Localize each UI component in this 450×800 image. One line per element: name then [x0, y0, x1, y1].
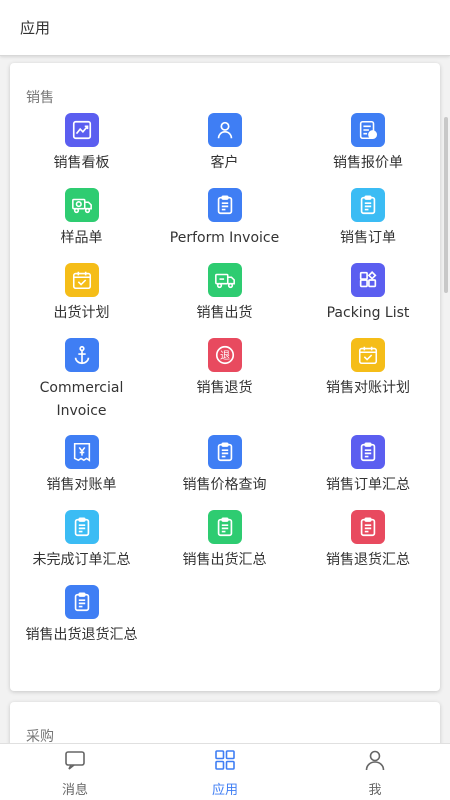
tab-label: 应用	[211, 783, 238, 798]
app-tile-label: 销售退货	[196, 380, 253, 396]
app-tile[interactable]: 销售对账计划	[296, 336, 440, 433]
calendar-check-icon	[351, 338, 385, 372]
app-tile-label: 销售出货	[196, 305, 253, 321]
clipboard-icon	[351, 188, 385, 222]
app-tile[interactable]: 销售订单	[296, 186, 440, 261]
apps-icon	[213, 748, 237, 776]
app-tile-label: 销售对账计划	[326, 380, 410, 396]
quote-doc-icon	[351, 113, 385, 147]
sales-app-grid: 销售看板 客户 销售报价单 样品单 Perform Invoice 销售订单 出货计划 销售出…	[10, 111, 440, 673]
app-tile[interactable]: 出货计划	[10, 261, 153, 336]
app-tile[interactable]: 销售订单汇总	[296, 433, 440, 508]
anchor-icon	[64, 338, 99, 372]
tab-label: 消息	[61, 783, 88, 798]
clipboard-icon	[207, 510, 242, 544]
app-tile-label: Perform Invoice	[169, 230, 280, 246]
tab-label: 我	[368, 783, 382, 798]
app-tile[interactable]: Perform Invoice	[153, 186, 296, 261]
clipboard-icon	[207, 435, 242, 469]
app-tile[interactable]: 销售退货汇总	[296, 508, 440, 583]
page-title: 应用	[20, 19, 51, 37]
app-tile-label: 销售报价单	[333, 155, 403, 171]
app-tile-label: 销售对账单	[46, 477, 117, 493]
clipboard-icon	[351, 510, 385, 544]
vertical-scrollbar[interactable]	[444, 117, 448, 293]
app-tile-label: 样品单	[60, 230, 103, 246]
app-tile-label: 客户	[210, 155, 239, 171]
svg-text:退: 退	[219, 350, 229, 362]
app-tile-label: Packing List	[326, 305, 410, 321]
sample-truck-icon	[64, 188, 99, 222]
app-tile-label: 销售看板	[53, 155, 110, 171]
clipboard-icon	[207, 188, 242, 222]
clipboard-icon	[64, 510, 99, 544]
chart-board-icon	[64, 113, 99, 147]
app-tile-label: 销售出货汇总	[182, 552, 267, 568]
app-tile-label: Commercial Invoice	[39, 380, 124, 419]
app-tile[interactable]: Commercial Invoice	[10, 336, 153, 433]
purchase-section-title: 采购	[26, 729, 54, 743]
app-tile-label: 出货计划	[53, 305, 110, 321]
app-tile[interactable]: 退销售退货	[153, 336, 296, 433]
return-badge-icon: 退	[207, 338, 242, 372]
apps-grid-icon	[351, 263, 385, 297]
app-tile-label: 未完成订单汇总	[32, 552, 131, 568]
user-icon	[363, 748, 387, 776]
app-tile[interactable]: 销售对账单	[10, 433, 153, 508]
app-tile[interactable]: 销售看板	[10, 111, 153, 186]
app-tile-label: 销售出货退货汇总	[25, 627, 138, 643]
app-tile[interactable]: 客户	[153, 111, 296, 186]
app-tile[interactable]: Packing List	[296, 261, 440, 336]
calendar-check-icon	[64, 263, 99, 297]
bill-doc-icon	[64, 435, 99, 469]
delivery-truck-icon	[207, 263, 242, 297]
sales-section-title: 销售	[26, 90, 54, 106]
app-tile-label: 销售退货汇总	[326, 552, 410, 568]
app-tile[interactable]: 销售价格查询	[153, 433, 296, 508]
clipboard-icon	[351, 435, 385, 469]
message-icon	[63, 748, 87, 776]
sales-section-card: 销售 销售看板 客户 销售报价单样品单 Perform Invoice 销售订单出货计划…	[10, 63, 440, 691]
app-tile[interactable]: 未完成订单汇总	[10, 508, 153, 583]
purchase-section-card: 采购	[10, 702, 440, 743]
app-tile-label: 销售订单汇总	[326, 477, 410, 493]
app-tile[interactable]: 销售出货汇总	[153, 508, 296, 583]
app-tile[interactable]: 销售出货	[153, 261, 296, 336]
tab-apps[interactable]: 应用	[150, 744, 300, 800]
app-tile[interactable]: 销售出货退货汇总	[10, 583, 153, 673]
top-header: 应用	[0, 0, 450, 56]
tab-message[interactable]: 消息	[0, 744, 150, 800]
person-icon	[207, 113, 242, 147]
app-tile[interactable]: 销售报价单	[296, 111, 440, 186]
app-tile-label: 销售价格查询	[182, 477, 267, 493]
app-tile[interactable]: 样品单	[10, 186, 153, 261]
clipboard-icon	[64, 585, 99, 619]
app-tile-label: 销售订单	[340, 230, 396, 246]
tab-user[interactable]: 我	[300, 744, 450, 800]
bottom-tab-bar: 消息 应用 我	[0, 743, 450, 800]
content-scroll-area[interactable]: 销售 销售看板 客户 销售报价单样品单 Perform Invoice 销售订单出货计划…	[0, 57, 450, 743]
